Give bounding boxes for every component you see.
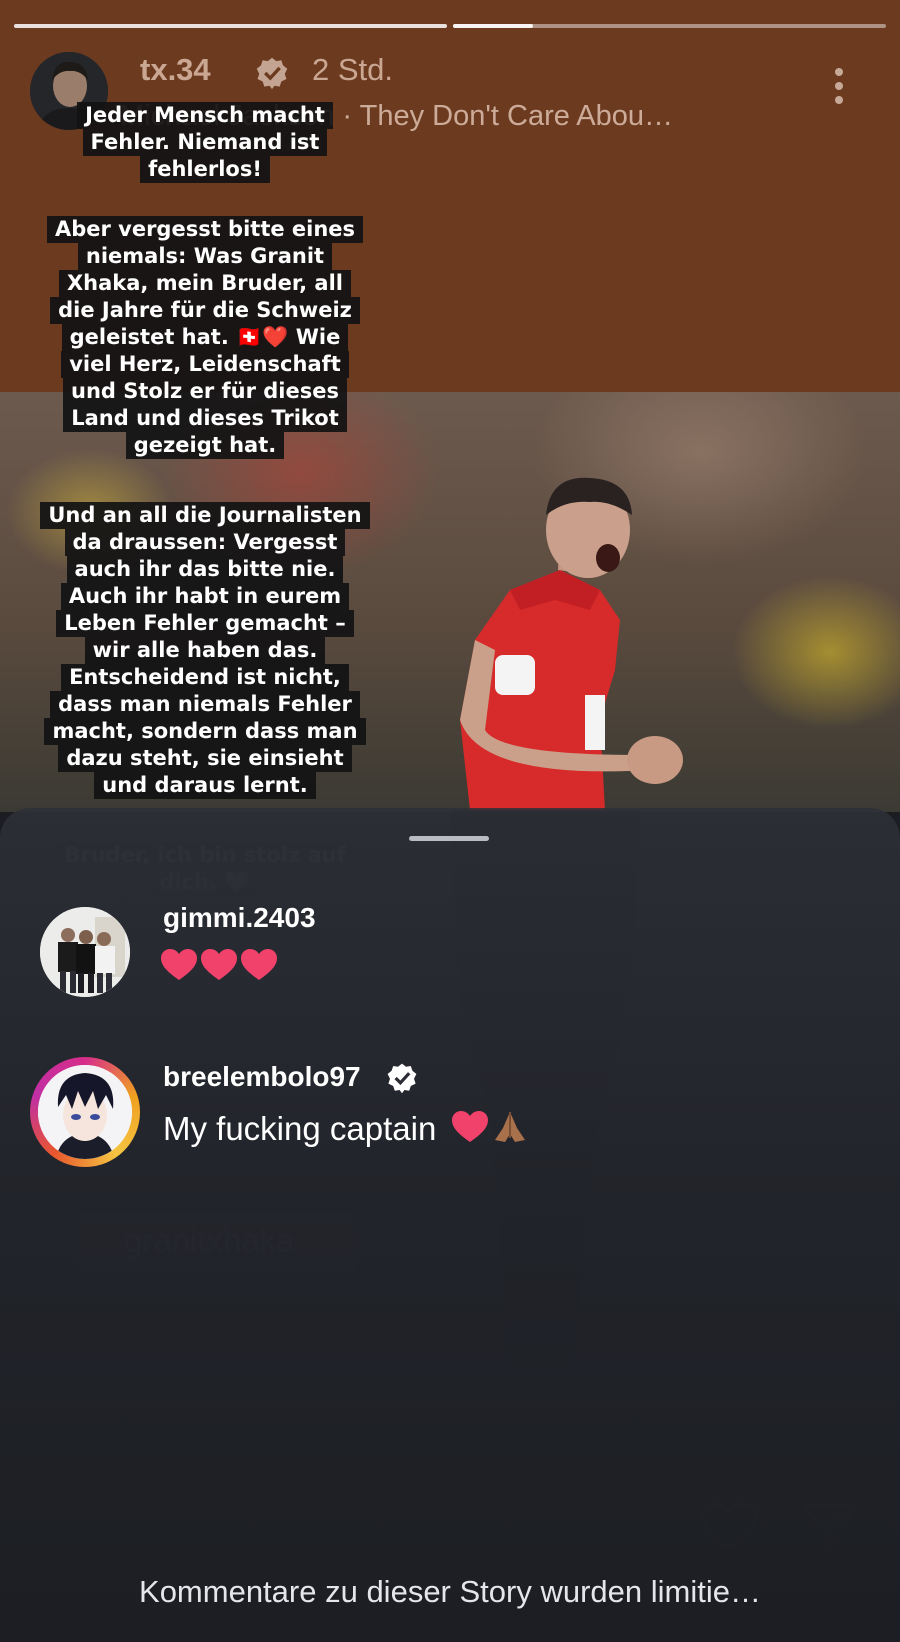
story-text-line: Land und dieses Trikot xyxy=(0,405,410,432)
dot xyxy=(835,82,843,90)
dot xyxy=(835,96,843,104)
praying-hands-emoji-icon xyxy=(495,1112,526,1142)
story-text-line: Entscheidend ist nicht, xyxy=(0,664,410,691)
story-text-line-content: Aber vergesst bitte eines xyxy=(46,216,364,243)
story-author-username[interactable]: tx.34 xyxy=(140,52,211,88)
story-text-line-content: und Stolz er für dieses xyxy=(63,378,347,405)
story-text-line-content: Xhaka, mein Bruder, all xyxy=(58,270,352,297)
story-text-line-content: Auch ihr habt in eurem xyxy=(60,583,350,610)
story-text-line-content: Und an all die Journalisten xyxy=(40,502,370,529)
verified-badge-icon xyxy=(387,1063,417,1094)
heart-emoji-icon xyxy=(201,949,237,980)
comment-text-body: My fucking captain xyxy=(163,1110,437,1147)
story-text-line: Fehler. Niemand ist xyxy=(0,129,410,156)
story-text-line-content: macht, sondern dass man xyxy=(44,718,366,745)
story-text-line: und daraus lernt. xyxy=(0,772,410,799)
story-text-line-content: Fehler. Niemand ist xyxy=(82,129,328,156)
story-text-line-content: da draussen: Vergesst xyxy=(64,529,346,556)
commenter-avatar[interactable] xyxy=(40,907,130,997)
story-text-line: Leben Fehler gemacht – xyxy=(0,610,410,637)
dot xyxy=(835,68,843,76)
story-text-line-content: Leben Fehler gemacht – xyxy=(56,610,354,637)
story-text-line-content: geleistet hat. 🇨🇭❤️ Wie xyxy=(61,324,349,351)
story-text-line: macht, sondern dass man xyxy=(0,718,410,745)
story-text-line: viel Herz, Leidenschaft xyxy=(0,351,410,378)
heart-emoji-icon xyxy=(452,1111,489,1142)
story-progress-bar-1 xyxy=(14,24,447,28)
more-options-icon[interactable] xyxy=(828,68,850,112)
story-text-line: geleistet hat. 🇨🇭❤️ Wie xyxy=(0,324,410,351)
story-text-line: dass man niemals Fehler xyxy=(0,691,410,718)
story-text-line-content: dass man niemals Fehler xyxy=(50,691,360,718)
story-text-line: Aber vergesst bitte eines xyxy=(0,216,410,243)
comment-username[interactable]: breelembolo97 xyxy=(163,1061,361,1093)
story-text-line: Xhaka, mein Bruder, all xyxy=(0,270,410,297)
story-text-line-content: viel Herz, Leidenschaft xyxy=(61,351,349,378)
comment-text: My fucking captain xyxy=(163,1110,531,1148)
avatar-photo xyxy=(40,907,130,997)
story-text-line-content: und daraus lernt. xyxy=(94,772,316,799)
story-text-line: Auch ihr habt in eurem xyxy=(0,583,410,610)
story-text-line-content: niemals: Was Granit xyxy=(77,243,333,270)
story-text-line-content: fehlerlos! xyxy=(140,156,270,183)
comments-limited-notice: Kommentare zu dieser Story wurden limiti… xyxy=(139,1574,761,1609)
story-text-line-content: auch ihr das bitte nie. xyxy=(66,556,344,583)
comment-text xyxy=(160,948,280,987)
story-text-line-content: wir alle haben das. xyxy=(84,637,326,664)
story-progress-fill xyxy=(453,24,533,28)
player-image xyxy=(460,477,683,810)
story-text-line: Jeder Mensch macht xyxy=(0,102,410,129)
comment-username[interactable]: gimmi.2403 xyxy=(163,902,316,934)
story-text-line: gezeigt hat. xyxy=(0,432,410,459)
story-text-line: die Jahre für die Schweiz xyxy=(0,297,410,324)
sheet-drag-handle[interactable] xyxy=(409,836,489,841)
story-progress-bar-2 xyxy=(453,24,886,28)
story-text-line-content: die Jahre für die Schweiz xyxy=(50,297,360,324)
story-text-line-content: Jeder Mensch macht xyxy=(77,102,333,129)
story-text-line-content: Land und dieses Trikot xyxy=(63,405,347,432)
heart-emoji-icon xyxy=(161,949,197,980)
story-text-line: fehlerlos! xyxy=(0,156,410,183)
avatar-anime-portrait xyxy=(38,1065,132,1159)
story-text-line: Und an all die Journalisten xyxy=(0,502,410,529)
comments-sheet[interactable] xyxy=(0,808,900,1642)
story-text-line: und Stolz er für dieses xyxy=(0,378,410,405)
story-text-line-content: Entscheidend ist nicht, xyxy=(61,664,349,691)
verified-badge-icon xyxy=(256,57,288,90)
story-text-line: niemals: Was Granit xyxy=(0,243,410,270)
story-text-line: dazu steht, sie einsieht xyxy=(0,745,410,772)
story-text-line-content: dazu steht, sie einsieht xyxy=(58,745,352,772)
story-text-line: auch ihr das bitte nie. xyxy=(0,556,410,583)
story-text-line: da draussen: Vergesst xyxy=(0,529,410,556)
heart-emoji-icon xyxy=(241,949,277,980)
commenter-avatar[interactable] xyxy=(38,1065,132,1159)
story-text-line-content: gezeigt hat. xyxy=(125,432,285,459)
story-timestamp: 2 Std. xyxy=(312,52,393,87)
story-text-line: wir alle haben das. xyxy=(0,637,410,664)
